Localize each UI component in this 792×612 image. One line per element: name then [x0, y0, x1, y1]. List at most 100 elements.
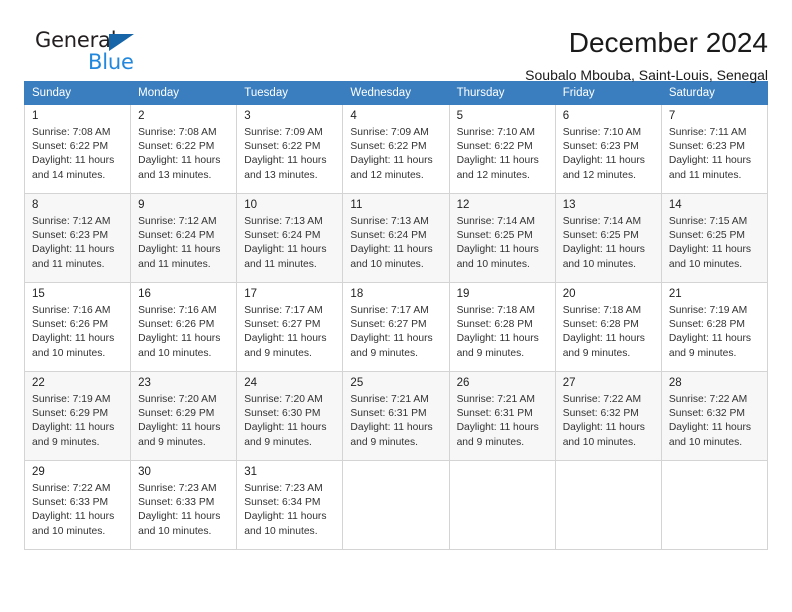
day-detail: Sunrise: 7:21 AM Sunset: 6:31 PM Dayligh… — [456, 394, 539, 448]
day-number: 27 — [562, 377, 576, 389]
day-detail: Sunrise: 7:21 AM Sunset: 6:31 PM Dayligh… — [350, 394, 433, 448]
calendar-week-row: 1 Sunrise: 7:08 AM Sunset: 6:22 PM Daylig… — [23, 104, 769, 194]
day-number: 22 — [32, 377, 45, 389]
day-detail: Sunrise: 7:13 AM Sunset: 6:24 PM Dayligh… — [244, 216, 327, 270]
day-cell[interactable]: 18 Sunrise: 7:17 AM Sunset: 6:27 PM Dayli… — [342, 282, 450, 372]
day-detail: Sunrise: 7:20 AM Sunset: 6:29 PM Dayligh… — [138, 394, 221, 448]
calendar-week-row: 22 Sunrise: 7:19 AM Sunset: 6:29 PM Dayli… — [23, 371, 769, 461]
day-number: 16 — [138, 288, 151, 300]
day-number: 21 — [668, 288, 682, 300]
day-detail: Sunrise: 7:12 AM Sunset: 6:24 PM Dayligh… — [138, 216, 221, 270]
day-cell[interactable]: 10 Sunrise: 7:13 AM Sunset: 6:24 PM Dayli… — [236, 193, 344, 283]
day-cell[interactable]: 1 Sunrise: 7:08 AM Sunset: 6:22 PM Daylig… — [23, 104, 132, 194]
day-cell[interactable]: 9 Sunrise: 7:12 AM Sunset: 6:24 PM Daylig… — [130, 193, 238, 283]
day-cell[interactable]: 6 Sunrise: 7:10 AM Sunset: 6:23 PM Daylig… — [554, 104, 662, 194]
day-cell[interactable]: 22 Sunrise: 7:19 AM Sunset: 6:29 PM Dayli… — [23, 371, 132, 461]
day-detail: Sunrise: 7:17 AM Sunset: 6:27 PM Dayligh… — [350, 305, 433, 359]
day-cell[interactable]: 24 Sunrise: 7:20 AM Sunset: 6:30 PM Dayli… — [236, 371, 344, 461]
day-number: 9 — [138, 199, 145, 211]
day-number: 23 — [138, 377, 151, 389]
day-cell[interactable]: 21 Sunrise: 7:19 AM Sunset: 6:28 PM Dayli… — [660, 282, 769, 372]
day-number: 13 — [562, 199, 576, 211]
day-detail: Sunrise: 7:22 AM Sunset: 6:33 PM Dayligh… — [32, 483, 115, 537]
day-cell[interactable]: 27 Sunrise: 7:22 AM Sunset: 6:32 PM Dayli… — [554, 371, 662, 461]
day-number: 2 — [138, 110, 145, 122]
day-detail: Sunrise: 7:23 AM Sunset: 6:33 PM Dayligh… — [138, 483, 221, 537]
day-detail: Sunrise: 7:11 AM Sunset: 6:23 PM Dayligh… — [668, 127, 752, 181]
day-detail: Sunrise: 7:08 AM Sunset: 6:22 PM Dayligh… — [138, 127, 221, 181]
day-detail: Sunrise: 7:15 AM Sunset: 6:25 PM Dayligh… — [668, 216, 752, 270]
day-detail: Sunrise: 7:19 AM Sunset: 6:28 PM Dayligh… — [668, 305, 752, 359]
title-block: December 2024 Soubalo Mbouba, Saint-Loui… — [144, 26, 768, 86]
day-number: 11 — [350, 199, 363, 211]
day-detail: Sunrise: 7:14 AM Sunset: 6:25 PM Dayligh… — [456, 216, 539, 270]
day-number: 31 — [244, 466, 258, 478]
day-cell[interactable]: 2 Sunrise: 7:08 AM Sunset: 6:22 PM Daylig… — [130, 104, 238, 194]
logo-text-blue: Blue — [88, 50, 134, 74]
calendar-table: Sunday Monday Tuesday Wednesday Thursday… — [23, 81, 769, 550]
day-number: 26 — [456, 377, 470, 389]
day-cell[interactable]: 29 Sunrise: 7:22 AM Sunset: 6:33 PM Dayli… — [23, 460, 132, 550]
day-cell[interactable]: 26 Sunrise: 7:21 AM Sunset: 6:31 PM Dayli… — [448, 371, 556, 461]
calendar-body: 1 Sunrise: 7:08 AM Sunset: 6:22 PM Daylig… — [23, 104, 769, 550]
page-header: General Blue December 2024 Soubalo Mboub… — [24, 0, 768, 83]
day-cell[interactable]: 28 Sunrise: 7:22 AM Sunset: 6:32 PM Dayli… — [660, 371, 769, 461]
day-cell-empty — [660, 460, 769, 550]
day-number: 12 — [456, 199, 470, 211]
day-cell[interactable]: 11 Sunrise: 7:13 AM Sunset: 6:24 PM Dayli… — [342, 193, 450, 283]
weekday-header-sunday: Sunday — [23, 81, 132, 105]
day-number: 19 — [456, 288, 470, 300]
day-number: 5 — [456, 110, 463, 122]
day-number: 15 — [32, 288, 45, 300]
day-detail: Sunrise: 7:16 AM Sunset: 6:26 PM Dayligh… — [138, 305, 221, 359]
day-number: 3 — [244, 110, 251, 122]
day-detail: Sunrise: 7:08 AM Sunset: 6:22 PM Dayligh… — [32, 127, 115, 181]
day-detail: Sunrise: 7:09 AM Sunset: 6:22 PM Dayligh… — [350, 127, 433, 181]
day-detail: Sunrise: 7:13 AM Sunset: 6:24 PM Dayligh… — [350, 216, 433, 270]
day-number: 6 — [562, 110, 570, 122]
day-cell[interactable]: 13 Sunrise: 7:14 AM Sunset: 6:25 PM Dayli… — [554, 193, 662, 283]
day-number: 25 — [350, 377, 364, 389]
day-number: 4 — [350, 110, 357, 122]
day-number: 18 — [350, 288, 364, 300]
day-cell[interactable]: 14 Sunrise: 7:15 AM Sunset: 6:25 PM Dayli… — [660, 193, 769, 283]
day-detail: Sunrise: 7:10 AM Sunset: 6:22 PM Dayligh… — [456, 127, 539, 181]
day-number: 24 — [244, 377, 258, 389]
day-cell[interactable]: 19 Sunrise: 7:18 AM Sunset: 6:28 PM Dayli… — [448, 282, 556, 372]
day-detail: Sunrise: 7:09 AM Sunset: 6:22 PM Dayligh… — [244, 127, 327, 181]
calendar-page: General Blue December 2024 Soubalo Mboub… — [0, 0, 792, 612]
day-cell[interactable]: 31 Sunrise: 7:23 AM Sunset: 6:34 PM Dayli… — [236, 460, 344, 550]
calendar-week-row: 8 Sunrise: 7:12 AM Sunset: 6:23 PM Daylig… — [23, 193, 769, 283]
day-detail: Sunrise: 7:18 AM Sunset: 6:28 PM Dayligh… — [456, 305, 539, 359]
day-cell[interactable]: 3 Sunrise: 7:09 AM Sunset: 6:22 PM Daylig… — [236, 104, 344, 194]
page-subtitle: Soubalo Mbouba, Saint-Louis, Senegal — [525, 67, 768, 83]
day-cell-empty — [448, 460, 556, 550]
day-cell[interactable]: 8 Sunrise: 7:12 AM Sunset: 6:23 PM Daylig… — [23, 193, 132, 283]
day-cell[interactable]: 4 Sunrise: 7:09 AM Sunset: 6:22 PM Daylig… — [342, 104, 450, 194]
day-detail: Sunrise: 7:23 AM Sunset: 6:34 PM Dayligh… — [244, 483, 327, 537]
day-detail: Sunrise: 7:16 AM Sunset: 6:26 PM Dayligh… — [32, 305, 115, 359]
calendar-week-row: 29 Sunrise: 7:22 AM Sunset: 6:33 PM Dayli… — [23, 460, 769, 550]
day-number: 10 — [244, 199, 258, 211]
day-cell-empty — [554, 460, 662, 550]
day-detail: Sunrise: 7:22 AM Sunset: 6:32 PM Dayligh… — [668, 394, 752, 448]
day-cell[interactable]: 17 Sunrise: 7:17 AM Sunset: 6:27 PM Dayli… — [236, 282, 344, 372]
day-number: 7 — [668, 110, 676, 122]
calendar-week-row: 15 Sunrise: 7:16 AM Sunset: 6:26 PM Dayli… — [23, 282, 769, 372]
general-blue-logo[interactable]: General Blue — [24, 26, 144, 74]
day-cell[interactable]: 12 Sunrise: 7:14 AM Sunset: 6:25 PM Dayli… — [448, 193, 556, 283]
day-cell[interactable]: 7 Sunrise: 7:11 AM Sunset: 6:23 PM Daylig… — [660, 104, 769, 194]
day-detail: Sunrise: 7:19 AM Sunset: 6:29 PM Dayligh… — [32, 394, 115, 448]
day-detail: Sunrise: 7:18 AM Sunset: 6:28 PM Dayligh… — [562, 305, 645, 359]
day-number: 20 — [562, 288, 576, 300]
day-detail: Sunrise: 7:14 AM Sunset: 6:25 PM Dayligh… — [562, 216, 645, 270]
day-cell[interactable]: 15 Sunrise: 7:16 AM Sunset: 6:26 PM Dayli… — [23, 282, 132, 372]
day-cell[interactable]: 20 Sunrise: 7:18 AM Sunset: 6:28 PM Dayli… — [554, 282, 662, 372]
day-detail: Sunrise: 7:17 AM Sunset: 6:27 PM Dayligh… — [244, 305, 327, 359]
day-cell[interactable]: 5 Sunrise: 7:10 AM Sunset: 6:22 PM Daylig… — [448, 104, 556, 194]
day-cell[interactable]: 25 Sunrise: 7:21 AM Sunset: 6:31 PM Dayli… — [342, 371, 450, 461]
day-cell[interactable]: 30 Sunrise: 7:23 AM Sunset: 6:33 PM Dayli… — [130, 460, 238, 550]
day-number: 17 — [244, 288, 258, 300]
day-cell[interactable]: 16 Sunrise: 7:16 AM Sunset: 6:26 PM Dayli… — [130, 282, 238, 372]
day-cell[interactable]: 23 Sunrise: 7:20 AM Sunset: 6:29 PM Dayli… — [130, 371, 238, 461]
